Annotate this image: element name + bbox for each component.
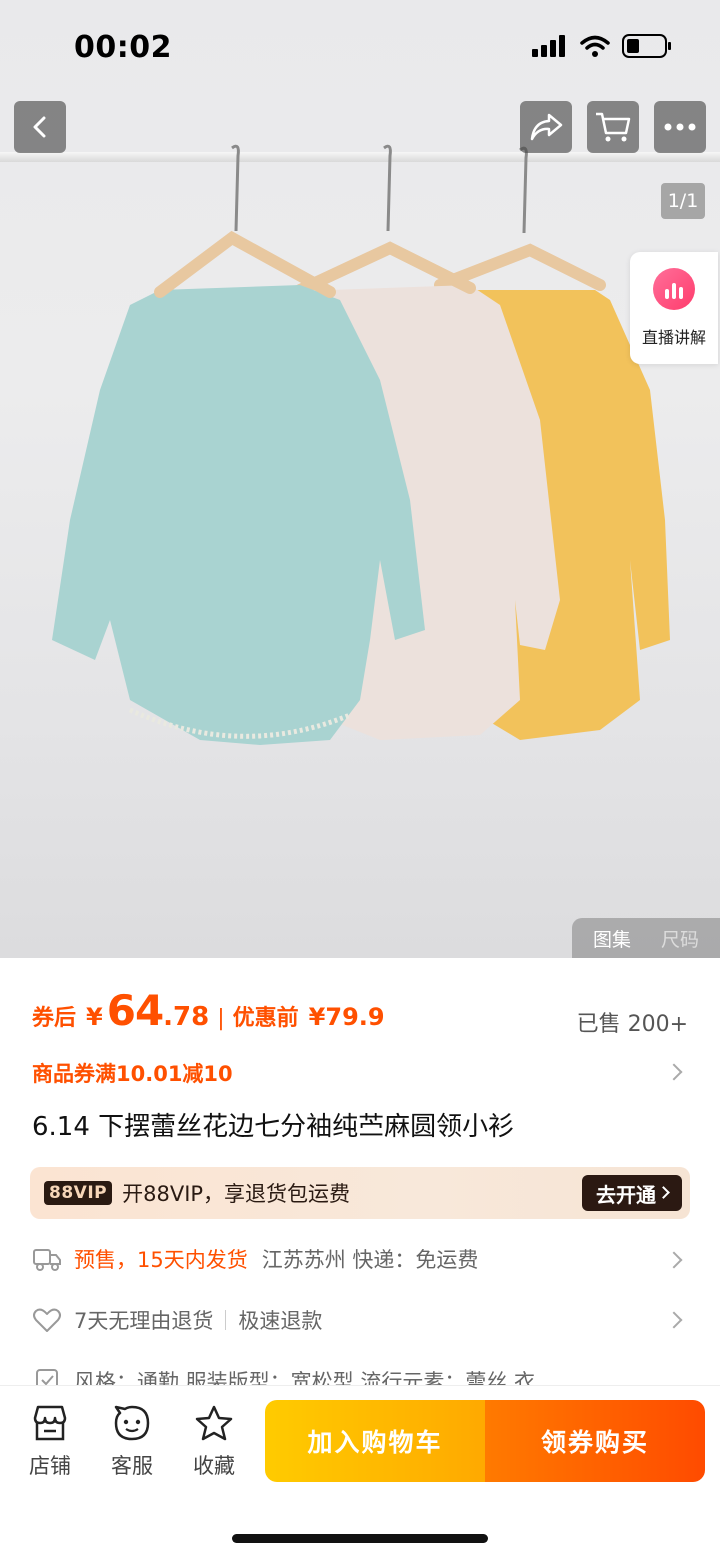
home-indicator[interactable]: [232, 1534, 488, 1543]
bottom-action-bar: 店铺 客服 收藏 加入购物车 领券购买: [0, 1385, 720, 1558]
product-title: 6.14 下摆蕾丝花边七分袖纯苎麻圆领小衫: [32, 1112, 515, 1142]
price-separator: |: [217, 1006, 225, 1031]
store-label: 店铺: [29, 1454, 71, 1478]
chevron-right-icon[interactable]: [665, 1063, 683, 1081]
share-button[interactable]: [520, 101, 572, 153]
original-price: ¥79.9: [308, 1003, 385, 1031]
return-policy: 7天无理由退货: [74, 1309, 214, 1333]
tab-gallery[interactable]: 图集: [593, 925, 631, 952]
more-icon: [664, 123, 696, 131]
cart-button[interactable]: [587, 101, 639, 153]
live-explain-label: 直播讲解: [641, 328, 706, 347]
shipping-detail: 江苏苏州 快递：免运费: [261, 1248, 479, 1272]
price-integer: 64: [106, 986, 164, 1035]
wifi-icon: [580, 35, 610, 57]
vip-text: 开88VIP，享退货包运费: [122, 1182, 351, 1206]
store-icon: [33, 1405, 67, 1441]
currency-symbol: ¥: [86, 1003, 103, 1031]
presale-text: 预售，15天内发货: [74, 1248, 248, 1272]
add-to-cart-button[interactable]: 加入购物车: [265, 1400, 485, 1482]
vip-banner[interactable]: 88VIP 开88VIP，享退货包运费 去开通: [30, 1167, 690, 1219]
live-icon: [653, 268, 695, 310]
status-bar: 00:02: [0, 0, 720, 90]
price-decimal: .78: [163, 1002, 210, 1032]
vip-open-label: 去开通: [596, 1182, 656, 1207]
star-icon: [195, 1405, 233, 1441]
divider: [225, 1310, 227, 1330]
favorite-button[interactable]: 收藏: [182, 1404, 246, 1480]
heart-icon: [33, 1308, 61, 1332]
share-icon: [530, 113, 563, 141]
coupon-text[interactable]: 商品券满10.01减10: [32, 1058, 233, 1088]
buy-with-coupon-button[interactable]: 领券购买: [485, 1400, 705, 1482]
after-coupon-label: 券后: [32, 1006, 77, 1031]
image-counter: 1/1: [661, 183, 705, 219]
price-row: 券后 ¥ 64 .78 | 优惠前 ¥79.9: [32, 986, 385, 1035]
chevron-right-icon: [657, 1186, 670, 1199]
truck-icon: [33, 1249, 61, 1271]
params-row[interactable]: 风格：通勤 服装版型：宽松型 流行元素：蕾丝 衣: [32, 1358, 688, 1388]
service-label: 客服: [111, 1454, 153, 1478]
product-info-panel: 券后 ¥ 64 .78 | 优惠前 ¥79.9 已售 200+ 商品券满10.0…: [0, 958, 720, 1388]
vip-badge: 88VIP: [44, 1181, 113, 1205]
store-button[interactable]: 店铺: [18, 1404, 82, 1480]
gallery-tabs: 图集 尺码: [572, 918, 720, 958]
service-button[interactable]: 客服: [100, 1404, 164, 1480]
before-discount-label: 优惠前: [232, 1006, 299, 1031]
vip-open-button[interactable]: 去开通: [582, 1175, 682, 1211]
shipping-row[interactable]: 预售，15天内发货 江苏苏州 快递：免运费: [32, 1239, 688, 1279]
fast-refund: 极速退款: [238, 1309, 323, 1333]
battery-icon: [622, 34, 671, 58]
sold-count: 已售 200+: [576, 1012, 688, 1037]
tab-size[interactable]: 尺码: [661, 925, 699, 952]
signal-icon: [532, 35, 565, 57]
status-time: 00:02: [74, 30, 172, 65]
favorite-label: 收藏: [193, 1454, 235, 1478]
chevron-left-icon: [33, 116, 46, 138]
back-button[interactable]: [14, 101, 66, 153]
returns-row[interactable]: 7天无理由退货 极速退款: [32, 1300, 688, 1340]
cart-icon: [596, 112, 631, 142]
more-button[interactable]: [654, 101, 706, 153]
live-explain-button[interactable]: 直播讲解: [630, 252, 718, 364]
customer-service-icon: [114, 1405, 150, 1441]
product-image-gallery[interactable]: 00:02 1/1 直播讲解 图集 尺码: [0, 0, 720, 958]
